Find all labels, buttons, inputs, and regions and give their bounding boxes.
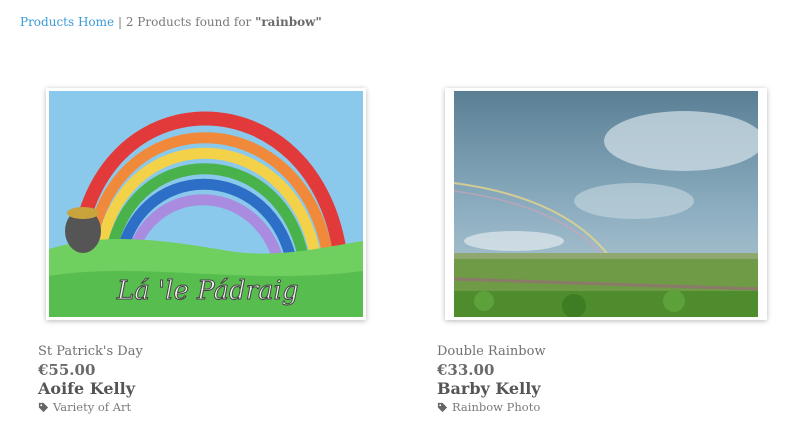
- product-category: Rainbow Photo: [437, 399, 767, 415]
- product-category-link[interactable]: Rainbow Photo: [452, 399, 540, 415]
- product-artist[interactable]: Barby Kelly: [437, 379, 767, 399]
- search-query: "rainbow": [255, 15, 322, 29]
- tag-icon: [437, 402, 448, 412]
- product-image-link[interactable]: Lá 'le Pádraig: [46, 88, 366, 320]
- product-price: €33.00: [437, 361, 495, 379]
- product-image: [454, 91, 758, 317]
- result-count-text: 2 Products found for: [125, 15, 252, 29]
- tag-icon: [38, 402, 49, 412]
- artwork-caption: Lá 'le Pádraig: [116, 276, 299, 306]
- breadcrumb-separator: |: [117, 15, 123, 29]
- product-title[interactable]: St Patrick's Day: [38, 343, 368, 361]
- product-category: Variety of Art: [38, 399, 368, 415]
- product-category-link[interactable]: Variety of Art: [53, 399, 131, 415]
- breadcrumb: Products Home | 2 Products found for "ra…: [20, 15, 322, 29]
- product-title[interactable]: Double Rainbow: [437, 343, 767, 361]
- product-image: Lá 'le Pádraig: [49, 91, 363, 317]
- products-home-link[interactable]: Products Home: [20, 15, 114, 29]
- product-artist[interactable]: Aoife Kelly: [38, 379, 368, 399]
- product-image-link[interactable]: [445, 88, 767, 320]
- product-price: €55.00: [38, 361, 96, 379]
